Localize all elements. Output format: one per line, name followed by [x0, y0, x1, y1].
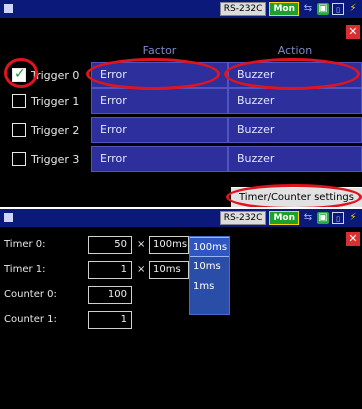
counter-label: Counter 0: [4, 289, 57, 300]
port-badge: RS-232C [219, 2, 267, 16]
counter-label: Counter 1: [4, 314, 57, 325]
close-button[interactable]: ✕ [346, 25, 360, 39]
trigger-toggle[interactable]: Trigger 3 [12, 150, 79, 168]
title-bar: RS-232C Mon ⇆ ▣ ▯ ⚡ [0, 209, 362, 227]
title-bar: RS-232C Mon ⇆ ▣ ▯ ⚡ [0, 0, 362, 18]
trigger-label: Trigger 1 [31, 94, 80, 108]
trigger-label: Trigger 0 [31, 68, 80, 82]
multiply-sign: × [137, 239, 146, 250]
port-badge: RS-232C [219, 211, 267, 225]
trigger-checkbox[interactable] [12, 66, 26, 82]
factor-select[interactable]: Error [91, 88, 228, 114]
action-select[interactable]: Buzzer [228, 62, 362, 88]
trigger-row: Trigger 2 Error Buzzer [0, 117, 362, 143]
trigger-checkbox[interactable] [12, 123, 26, 137]
status-indicators: RS-232C Mon ⇆ ▣ ▯ ⚡ [219, 211, 359, 225]
timer-label: Timer 0: [4, 239, 46, 250]
trigger-row: Trigger 1 Error Buzzer [0, 88, 362, 114]
action-select[interactable]: Buzzer [228, 88, 362, 114]
power-icon: ⚡ [349, 3, 357, 14]
timer-label: Timer 1: [4, 264, 46, 275]
timer-value-input[interactable]: 1 [88, 261, 132, 279]
timer-row: Timer 1: 1 × 10ms [0, 261, 362, 279]
trigger-label: Trigger 3 [31, 152, 80, 166]
timer-counter-settings-button[interactable]: Timer/Counter settings [231, 187, 362, 207]
trigger-toggle[interactable]: Trigger 2 [12, 121, 79, 139]
factor-select[interactable]: Error [91, 62, 228, 88]
multiply-sign: × [137, 264, 146, 275]
action-column-header: Action [277, 44, 313, 57]
mode-badge: Mon [269, 211, 299, 225]
factor-select[interactable]: Error [91, 117, 228, 143]
status-indicators: RS-232C Mon ⇆ ▣ ▯ ⚡ [219, 2, 359, 16]
timer-value-input[interactable]: 50 [88, 236, 132, 254]
memory-card-icon: ▯ [332, 212, 344, 224]
trigger-label: Trigger 2 [31, 123, 80, 137]
action-select[interactable]: Buzzer [228, 146, 362, 172]
timer-counter-screen: RS-232C Mon ⇆ ▣ ▯ ⚡ ✕ Timer 0: 50 × 100m… [0, 209, 362, 409]
unit-option[interactable]: 1ms [190, 277, 229, 297]
menu-square-icon[interactable] [4, 213, 13, 222]
action-select[interactable]: Buzzer [228, 117, 362, 143]
counter-value-input[interactable]: 100 [88, 286, 132, 304]
counter-row: Counter 1: 1 [0, 311, 362, 329]
trigger-checkbox[interactable] [12, 94, 26, 108]
timer-unit-select[interactable]: 10ms [149, 261, 189, 279]
counter-value-input[interactable]: 1 [88, 311, 132, 329]
unit-dropdown-menu: 100ms 10ms 1ms [189, 236, 230, 315]
timer-row: Timer 0: 50 × 100ms [0, 236, 362, 254]
factor-column-header: Factor [142, 44, 177, 57]
lan-icon: ▣ [317, 3, 329, 15]
trigger-toggle[interactable]: Trigger 0 [12, 66, 79, 84]
mode-badge: Mon [269, 2, 299, 16]
usb-icon: ⇆ [303, 3, 313, 14]
trigger-checkbox[interactable] [12, 152, 26, 166]
factor-select[interactable]: Error [91, 146, 228, 172]
trigger-settings-screen: RS-232C Mon ⇆ ▣ ▯ ⚡ ✕ Factor Action Trig… [0, 0, 362, 207]
trigger-toggle[interactable]: Trigger 1 [12, 92, 79, 110]
timer-unit-select[interactable]: 100ms [149, 236, 189, 254]
counter-row: Counter 0: 100 [0, 286, 362, 304]
lan-icon: ▣ [317, 212, 329, 224]
trigger-row: Trigger 0 Error Buzzer [0, 62, 362, 88]
trigger-row: Trigger 3 Error Buzzer [0, 146, 362, 172]
power-icon: ⚡ [349, 212, 357, 223]
unit-option[interactable]: 10ms [190, 257, 229, 277]
usb-icon: ⇆ [303, 212, 313, 223]
menu-square-icon[interactable] [4, 4, 13, 13]
unit-option[interactable]: 100ms [190, 237, 229, 257]
memory-card-icon: ▯ [332, 3, 344, 15]
